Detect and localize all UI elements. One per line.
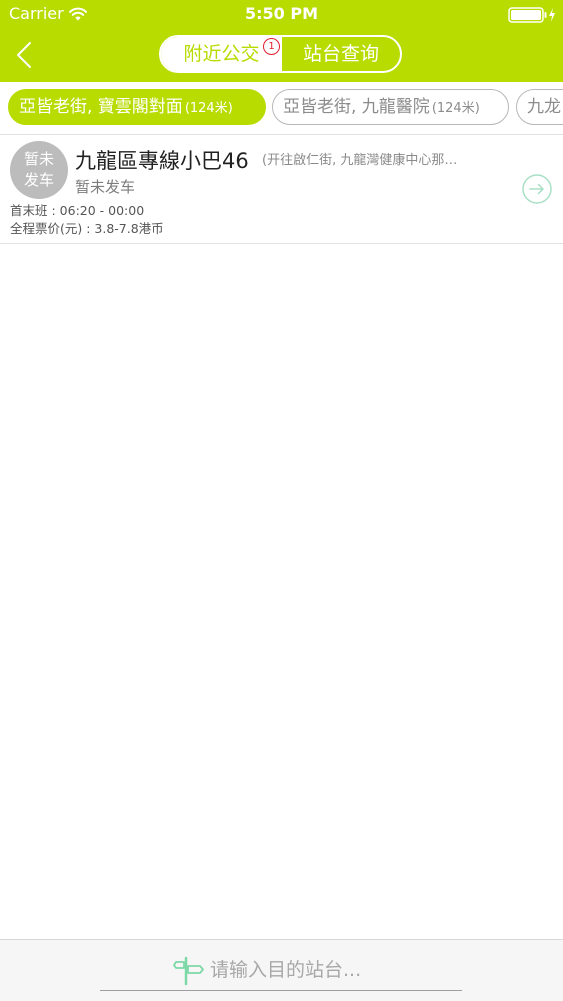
battery-icon: [508, 7, 555, 23]
stop-chip-distance: (124米): [184, 101, 233, 116]
stop-chip-selected[interactable]: 亞皆老街, 寶雲閣對面 (124米): [8, 89, 266, 125]
destination-input[interactable]: [208, 952, 462, 988]
clock: 5:50 PM: [244, 4, 318, 23]
status-bar: Carrier 5:50 PM: [0, 0, 563, 30]
notification-badge: 1: [263, 38, 280, 55]
stop-selector: 亞皆老街, 寶雲閣對面 (124米) 亞皆老街, 九龍醫院 (124米) 九龙: [0, 82, 563, 135]
route-direction: (开往啟仁街, 九龍灣健康中心那…: [262, 153, 458, 168]
tab-stop-query[interactable]: 站台查询: [282, 37, 400, 71]
arrow-right-circle-icon[interactable]: [521, 173, 553, 205]
bottom-search-bar: [0, 939, 563, 1001]
segmented-control: 附近公交 1 站台查询: [159, 35, 402, 73]
stop-chip[interactable]: 亞皆老街, 九龍醫院 (124米): [272, 89, 509, 125]
stop-chip-distance: (124米): [431, 101, 480, 116]
stop-chip-name: 九龙: [527, 97, 561, 117]
route-status: 暂未发车: [75, 178, 136, 196]
route-fare: 全程票价(元) : 3.8-7.8港币: [10, 221, 164, 236]
route-service-hours: 首末班 : 06:20 - 00:00: [10, 203, 145, 218]
back-chevron-icon[interactable]: [12, 40, 36, 70]
avatar-text-line: 暂未: [23, 150, 54, 168]
signpost-icon: [173, 956, 204, 986]
nav-bar: 附近公交 1 站台查询: [0, 30, 563, 82]
input-underline: [100, 990, 462, 991]
stop-chip[interactable]: 九龙: [516, 89, 563, 125]
stop-chip-name: 亞皆老街, 寶雲閣對面: [19, 97, 183, 117]
route-list-item[interactable]: 暂未 发车 九龍區專線小巴46 (开往啟仁街, 九龍灣健康中心那… 暂未发车 首…: [0, 135, 563, 244]
avatar-text-line: 发车: [23, 171, 54, 189]
stop-chip-name: 亞皆老街, 九龍醫院: [283, 97, 430, 117]
route-status-avatar: 暂未 发车: [10, 141, 68, 199]
route-name: 九龍區專線小巴46: [75, 149, 249, 173]
